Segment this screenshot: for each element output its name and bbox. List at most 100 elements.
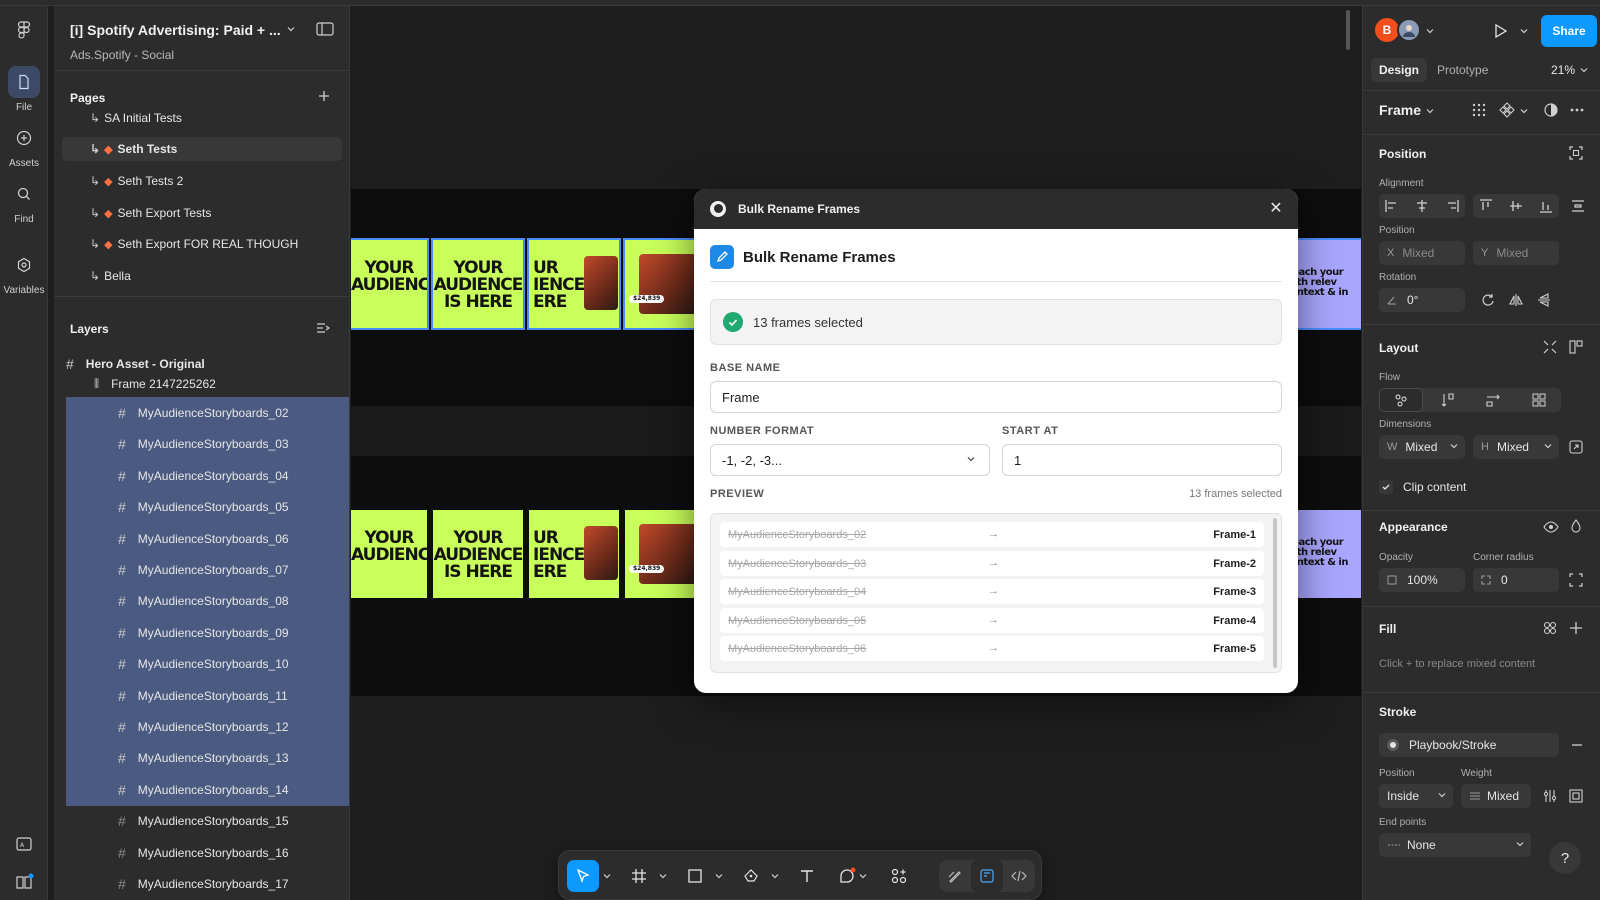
close-icon[interactable]: ✕ <box>1266 199 1286 219</box>
stroke-style-field[interactable]: Playbook/Stroke <box>1379 733 1559 757</box>
styles-icon[interactable] <box>1543 621 1557 635</box>
base-name-input[interactable]: Frame <box>710 381 1282 413</box>
canvas-scrollbar[interactable] <box>1346 10 1350 50</box>
zoom-control[interactable]: 21% <box>1543 58 1597 82</box>
page-item[interactable]: ↳ Bella <box>62 264 342 288</box>
avatar-photo[interactable] <box>1397 18 1421 42</box>
height-input[interactable]: H Mixed <box>1473 435 1559 459</box>
draw-mode-button[interactable] <box>939 860 971 892</box>
layer-item[interactable]: # MyAudienceStoryboards_03 <box>66 428 349 461</box>
flip-vertical-icon[interactable] <box>1537 293 1551 307</box>
align-center-h-icon[interactable] <box>1415 199 1429 213</box>
collapse-icon[interactable] <box>1543 340 1557 354</box>
layer-item[interactable]: # MyAudienceStoryboards_14 <box>66 773 349 806</box>
chevron-down-icon[interactable] <box>659 872 667 880</box>
canvas-tile[interactable]: $24,839 <box>623 238 703 330</box>
page-item[interactable]: ↳ ◆ Seth Export FOR REAL THOUGH <box>62 232 342 256</box>
align-top-icon[interactable] <box>1479 199 1493 213</box>
figma-logo-icon[interactable] <box>14 20 34 40</box>
play-icon[interactable] <box>1491 22 1509 40</box>
chevron-down-icon[interactable] <box>1519 26 1529 36</box>
flow-vertical-option[interactable] <box>1425 388 1469 412</box>
layer-item[interactable]: # MyAudienceStoryboards_11 <box>66 679 349 712</box>
frame-tool-button[interactable] <box>623 860 655 892</box>
layer-item[interactable]: # MyAudienceStoryboards_15 <box>66 805 349 837</box>
chevron-down-icon[interactable] <box>603 872 611 880</box>
flow-freeform-option[interactable] <box>1379 388 1423 412</box>
help-button[interactable]: ? <box>1549 842 1581 874</box>
canvas-tile[interactable]: YOUR AUDIENCE <box>351 238 429 330</box>
chevron-down-icon[interactable] <box>859 872 867 880</box>
independent-corners-icon[interactable] <box>1569 573 1583 587</box>
chevron-down-icon[interactable] <box>715 872 723 880</box>
rail-find-button[interactable]: Find <box>0 178 48 225</box>
rail-file-button[interactable]: File <box>0 66 48 113</box>
dev-mode-button[interactable] <box>1003 860 1035 892</box>
preview-scrollbar[interactable] <box>1273 518 1277 668</box>
add-fill-icon[interactable] <box>1569 621 1583 635</box>
align-middle-icon[interactable] <box>1509 199 1523 213</box>
chevron-down-icon[interactable] <box>1519 106 1529 116</box>
mask-icon[interactable] <box>1543 102 1559 118</box>
chevron-down-icon[interactable] <box>1425 26 1435 36</box>
focus-icon[interactable] <box>1569 146 1583 160</box>
align-left-icon[interactable] <box>1385 199 1399 213</box>
sidebar-toggle-icon[interactable] <box>316 22 334 36</box>
share-button[interactable]: Share <box>1541 15 1597 47</box>
actions-tool-button[interactable] <box>883 860 915 892</box>
shape-tool-button[interactable] <box>679 860 711 892</box>
opacity-input[interactable]: 100% <box>1379 568 1465 592</box>
library-icon[interactable] <box>14 872 34 892</box>
align-right-icon[interactable] <box>1445 199 1459 213</box>
page-item[interactable]: ↳ ◆ Seth Tests 2 <box>62 169 342 193</box>
file-subtitle[interactable]: Ads.Spotify - Social <box>70 48 174 62</box>
stroke-settings-icon[interactable] <box>1543 789 1557 803</box>
individual-strokes-icon[interactable] <box>1569 789 1583 803</box>
page-item[interactable]: ↳ SA Initial Tests <box>62 111 342 130</box>
chevron-down-icon[interactable] <box>771 872 779 880</box>
distribute-icon[interactable] <box>1571 199 1585 213</box>
layer-item[interactable]: # MyAudienceStoryboards_13 <box>66 742 349 775</box>
file-title[interactable]: [i] Spotify Advertising: Paid + ... <box>70 22 281 38</box>
chevron-down-icon[interactable] <box>286 24 296 34</box>
rail-assets-button[interactable]: Assets <box>0 122 48 169</box>
text-tool-button[interactable] <box>791 860 823 892</box>
flow-horizontal-option[interactable] <box>1471 388 1515 412</box>
pen-tool-button[interactable] <box>735 860 767 892</box>
eye-icon[interactable] <box>1543 520 1559 534</box>
endpoints-select[interactable]: None <box>1379 833 1531 857</box>
number-format-select[interactable]: -1, -2, -3... <box>710 444 990 476</box>
component-icon[interactable] <box>1499 102 1515 118</box>
move-tool-button[interactable] <box>567 860 599 892</box>
tab-prototype[interactable]: Prototype <box>1429 58 1496 82</box>
corner-radius-input[interactable]: 0 <box>1473 568 1559 592</box>
layer-item[interactable]: # MyAudienceStoryboards_09 <box>66 616 349 649</box>
add-page-icon[interactable] <box>318 90 330 102</box>
start-at-input[interactable]: 1 <box>1002 444 1282 476</box>
canvas-tile[interactable]: YOUR AUDIENCE IS HERE <box>433 510 523 598</box>
layer-item[interactable]: # MyAudienceStoryboards_07 <box>66 554 349 586</box>
rotation-input[interactable]: 0° <box>1379 288 1465 312</box>
clip-content-checkbox[interactable]: Clip content <box>1379 480 1466 494</box>
collapse-layers-icon[interactable] <box>316 321 330 335</box>
layer-item[interactable]: # MyAudienceStoryboards_06 <box>66 522 349 555</box>
layer-item[interactable]: # MyAudienceStoryboards_02 <box>66 397 349 429</box>
page-item[interactable]: ↳ ◆ Seth Tests <box>62 137 342 161</box>
avatar[interactable]: B <box>1375 18 1399 42</box>
y-position-input[interactable]: Y Mixed <box>1473 241 1559 265</box>
align-bottom-icon[interactable] <box>1539 199 1553 213</box>
x-position-input[interactable]: X Mixed <box>1379 241 1465 265</box>
layer-frame[interactable]: ⫼ Frame 2147225262 <box>94 372 349 396</box>
canvas-tile[interactable]: YOUR AUDIENCE <box>351 510 427 598</box>
design-mode-button[interactable] <box>971 860 1003 892</box>
stroke-position-select[interactable]: Inside <box>1379 784 1453 808</box>
width-input[interactable]: W Mixed <box>1379 435 1465 459</box>
chevron-down-icon[interactable] <box>1425 106 1435 116</box>
ai-icon[interactable]: A <box>14 834 34 854</box>
frame-type-label[interactable]: Frame <box>1379 102 1421 118</box>
canvas-tile[interactable]: YOUR AUDIENCE IS HERE <box>431 238 525 330</box>
stroke-weight-input[interactable]: Mixed <box>1461 784 1531 808</box>
more-icon[interactable] <box>1569 102 1585 118</box>
tab-design[interactable]: Design <box>1371 58 1428 82</box>
layer-item[interactable]: # MyAudienceStoryboards_08 <box>66 585 349 618</box>
